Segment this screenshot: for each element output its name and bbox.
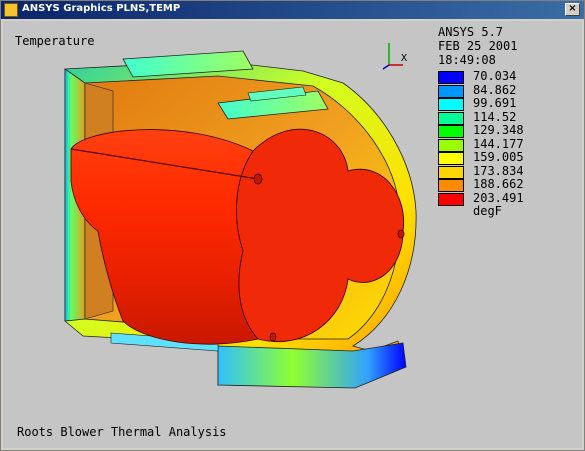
window-title: ANSYS Graphics PLNS,TEMP bbox=[22, 3, 181, 14]
ansys-graphics-window: ANSYS Graphics PLNS,TEMP × Temperature X… bbox=[0, 0, 585, 451]
graphics-viewport[interactable]: Temperature X ANSYS 5.7 FEB 25 2001 18:4… bbox=[3, 21, 582, 448]
title-bar[interactable]: ANSYS Graphics PLNS,TEMP × bbox=[1, 1, 584, 19]
close-button[interactable]: × bbox=[565, 3, 580, 16]
plot-footer-title: Roots Blower Thermal Analysis bbox=[17, 425, 227, 439]
thermal-model-image bbox=[64, 50, 417, 389]
ansys-app-icon bbox=[4, 3, 18, 17]
